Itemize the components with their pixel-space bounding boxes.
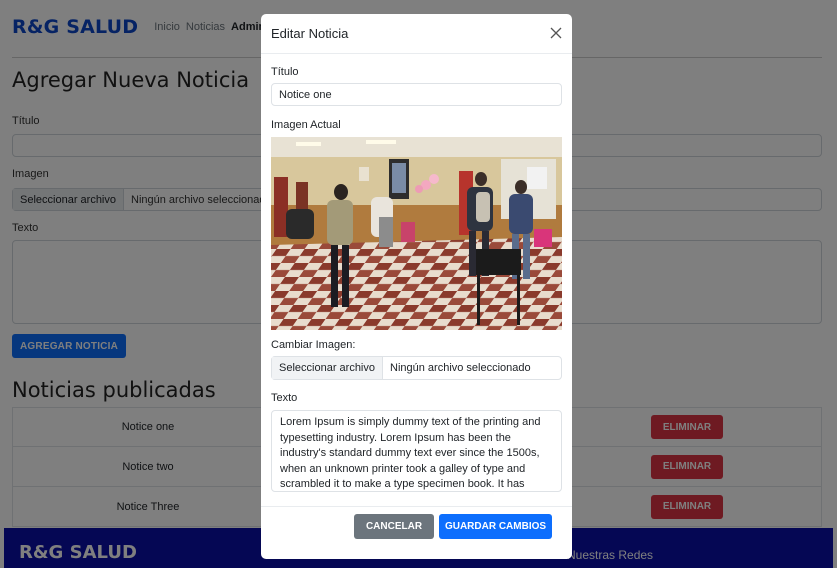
modal-footer-divider <box>261 506 572 507</box>
modal-image-file-input[interactable]: Seleccionar archivo Ningún archivo selec… <box>271 356 562 380</box>
modal-text-textarea[interactable]: Lorem Ipsum is simply dummy text of the … <box>271 410 562 492</box>
cancel-button[interactable]: CANCELAR <box>354 514 434 539</box>
modal-title-input[interactable]: Notice one <box>271 83 562 106</box>
modal-title: Editar Noticia <box>271 26 349 41</box>
modal-select-file-button[interactable]: Seleccionar archivo <box>272 357 383 379</box>
modal-title-label: Título <box>271 66 299 78</box>
save-changes-button[interactable]: GUARDAR CAMBIOS <box>439 514 552 539</box>
modal-file-status: Ningún archivo seleccionado <box>390 362 531 374</box>
current-news-image <box>271 137 562 330</box>
modal-text-label: Texto <box>271 392 298 404</box>
current-image-label: Imagen Actual <box>271 119 341 131</box>
change-image-label: Cambiar Imagen: <box>271 339 356 351</box>
edit-news-modal: Editar Noticia Título Notice one Imagen … <box>261 14 572 559</box>
close-icon[interactable] <box>549 26 563 40</box>
modal-header: Editar Noticia <box>261 14 572 54</box>
